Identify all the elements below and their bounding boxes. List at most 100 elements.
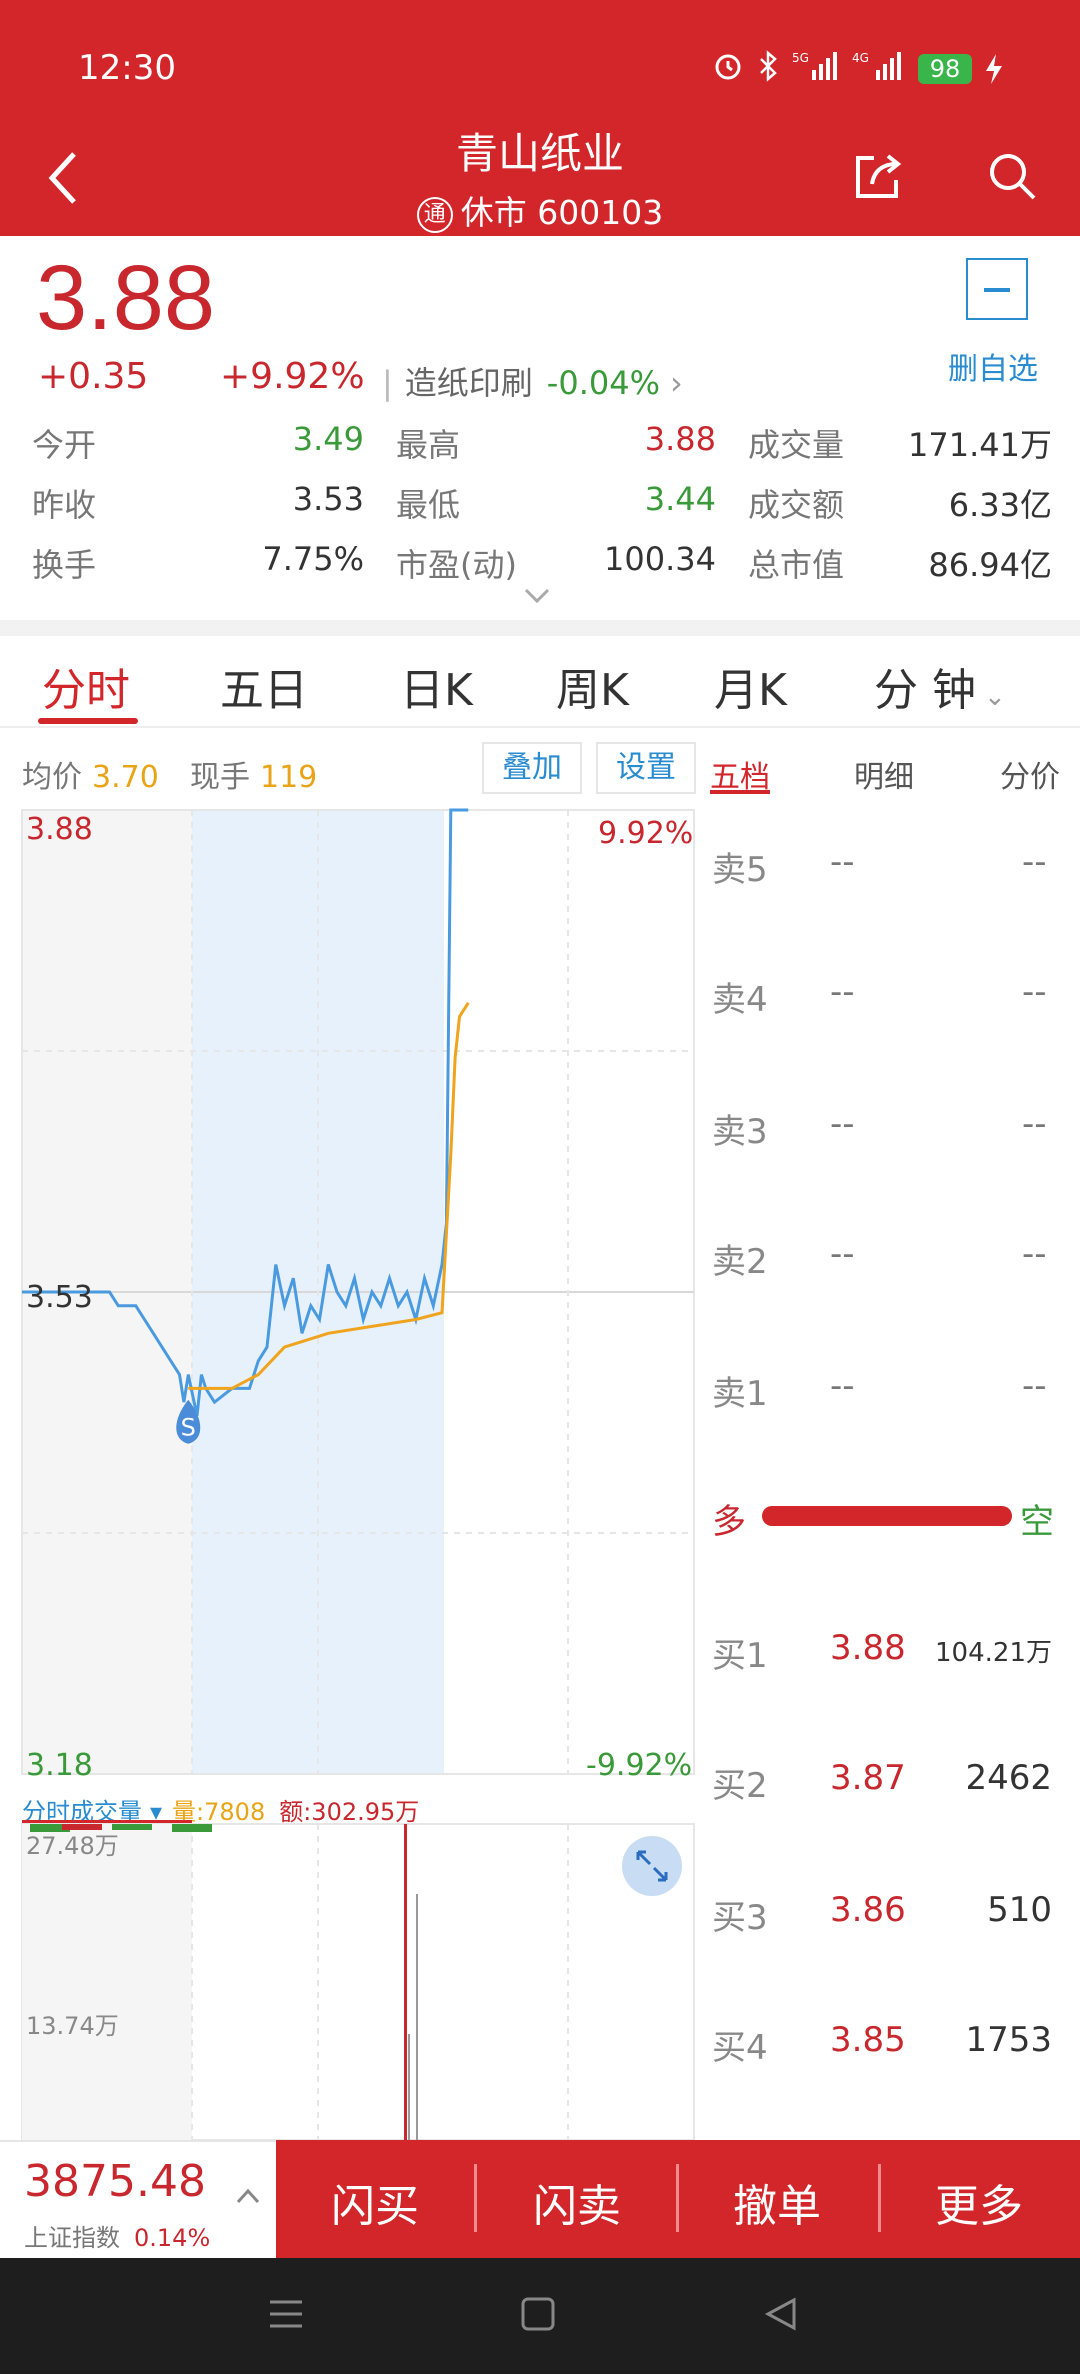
sector-link[interactable]: | 造纸印刷 -0.04% ›	[382, 358, 683, 404]
buy-volume: 1753	[965, 2020, 1052, 2060]
tab-divider	[0, 726, 1080, 728]
chart-grid	[21, 809, 695, 2140]
stat-value: 3.49	[292, 420, 364, 458]
chevron-down-icon[interactable]	[524, 588, 550, 604]
stat-label: 总市值	[748, 546, 845, 584]
price-change-percent: +9.92%	[220, 356, 365, 397]
stat-value: 3.88	[644, 420, 716, 458]
buy-price: 3.86	[830, 1890, 906, 1930]
overlay-button[interactable]: 叠加	[482, 742, 582, 794]
tab-daily-k[interactable]: 日K	[400, 654, 473, 718]
stat-label: 最低	[396, 486, 461, 524]
back-nav-icon[interactable]	[762, 2294, 802, 2334]
chevron-right-icon: ›	[670, 364, 683, 402]
volume-pre-shade	[22, 1824, 192, 2140]
tong-badge-icon: 通	[416, 196, 453, 233]
divider: |	[382, 364, 393, 402]
home-icon[interactable]	[518, 2294, 558, 2334]
tab-minute-label: 分 钟	[874, 665, 976, 716]
more-button[interactable]: 更多	[914, 2170, 1044, 2234]
y-tick-mid: 3.53	[26, 1280, 93, 1315]
svg-text:5G: 5G	[792, 51, 809, 65]
index-value: 3875.48	[24, 2156, 206, 2207]
share-icon[interactable]	[852, 150, 904, 202]
remove-watchlist-button[interactable]	[966, 258, 1028, 320]
sell-volume: --	[1022, 1104, 1047, 1144]
settings-button[interactable]: 设置	[596, 742, 696, 794]
chevron-up-icon[interactable]	[236, 2188, 260, 2204]
sell-label: 卖4	[712, 980, 768, 1020]
battery-indicator: 98	[918, 54, 972, 84]
pct-tick-bottom: -9.92%	[586, 1748, 693, 1783]
bull-bar-fill	[762, 1506, 1012, 1526]
sell-price: --	[830, 972, 855, 1012]
sell-volume: --	[1022, 842, 1047, 882]
stat-value: 171.41万	[908, 426, 1052, 464]
buy-label: 买1	[712, 1636, 768, 1676]
price-change: +0.35	[38, 356, 149, 397]
buy-price: 3.85	[830, 2020, 906, 2060]
action-divider	[474, 2164, 477, 2232]
index-name-label: 上证指数	[24, 2224, 120, 2252]
search-icon[interactable]	[986, 150, 1038, 202]
action-divider	[878, 2164, 881, 2232]
stat-label: 昨收	[32, 486, 97, 524]
buy-volume: 104.21万	[935, 1638, 1052, 1668]
current-hand-label: 现手	[190, 760, 250, 795]
remove-watchlist-label[interactable]: 删自选	[948, 344, 1038, 388]
sell-price: --	[830, 842, 855, 882]
flash-buy-button[interactable]: 闪买	[310, 2170, 440, 2234]
tab-intraday[interactable]: 分时	[42, 654, 130, 718]
sell-label: 卖5	[712, 850, 768, 890]
volume-y-top: 27.48万	[26, 1832, 119, 1860]
tab-monthly-k[interactable]: 月K	[714, 654, 787, 718]
avg-price-value: 3.70	[92, 760, 159, 795]
cancel-order-button[interactable]: 撤单	[712, 2170, 842, 2234]
y-tick-bottom: 3.18	[26, 1748, 93, 1783]
sell-volume: --	[1022, 1234, 1047, 1274]
pct-tick-top: 9.92%	[598, 816, 694, 851]
action-divider	[676, 2164, 679, 2232]
menu-icon[interactable]	[266, 2294, 306, 2334]
stat-value: 6.33亿	[948, 486, 1052, 524]
buy-label: 买2	[712, 1766, 768, 1806]
sell-price: --	[830, 1234, 855, 1274]
avg-price-label: 均价	[22, 760, 82, 795]
intraday-chart[interactable]: S	[0, 800, 700, 2140]
tab-weekly-k[interactable]: 周K	[556, 654, 629, 718]
tab-details[interactable]: 明细	[854, 752, 914, 796]
tab-five-day[interactable]: 五日	[220, 654, 308, 718]
signal-4g-icon: 4G	[852, 51, 901, 80]
sector-name: 造纸印刷	[404, 364, 533, 402]
bull-label: 多	[712, 1502, 746, 1542]
sell-marker-label: S	[181, 1414, 196, 1442]
alarm-icon	[715, 54, 741, 80]
volume-bar	[416, 1894, 418, 2140]
active-tab-indicator	[38, 718, 138, 724]
volume-amount: 额:302.95万	[279, 1798, 420, 1826]
expand-icon	[636, 1850, 668, 1882]
sector-percent: -0.04%	[546, 364, 660, 402]
stat-label: 最高	[396, 426, 461, 464]
stock-name: 青山纸业	[455, 129, 624, 178]
stat-value: 7.75%	[262, 540, 364, 578]
buy-price: 3.88	[830, 1628, 906, 1668]
index-name: 上证指数 0.14%	[24, 2218, 210, 2253]
signal-5g-icon: 5G	[792, 51, 837, 80]
status-time: 12:30	[78, 48, 176, 88]
active-orderbook-tab-indicator	[710, 790, 770, 794]
buy-volume: 510	[987, 1890, 1052, 1930]
tab-price-distribution[interactable]: 分价	[1000, 752, 1060, 796]
flash-sell-button[interactable]: 闪卖	[512, 2170, 642, 2234]
fullscreen-button[interactable]	[622, 1836, 682, 1896]
stat-label: 换手	[32, 546, 97, 584]
sell-label: 卖2	[712, 1242, 768, 1282]
buy-volume: 2462	[965, 1758, 1052, 1798]
current-price: 3.88	[36, 247, 216, 349]
volume-y-mid: 13.74万	[26, 2012, 119, 2040]
sell-volume: --	[1022, 972, 1047, 1012]
section-divider	[0, 620, 1080, 636]
tab-minute[interactable]: 分 钟 ⌄	[874, 654, 1006, 718]
stat-value: 86.94亿	[928, 546, 1052, 584]
index-percent: 0.14%	[134, 2224, 211, 2252]
